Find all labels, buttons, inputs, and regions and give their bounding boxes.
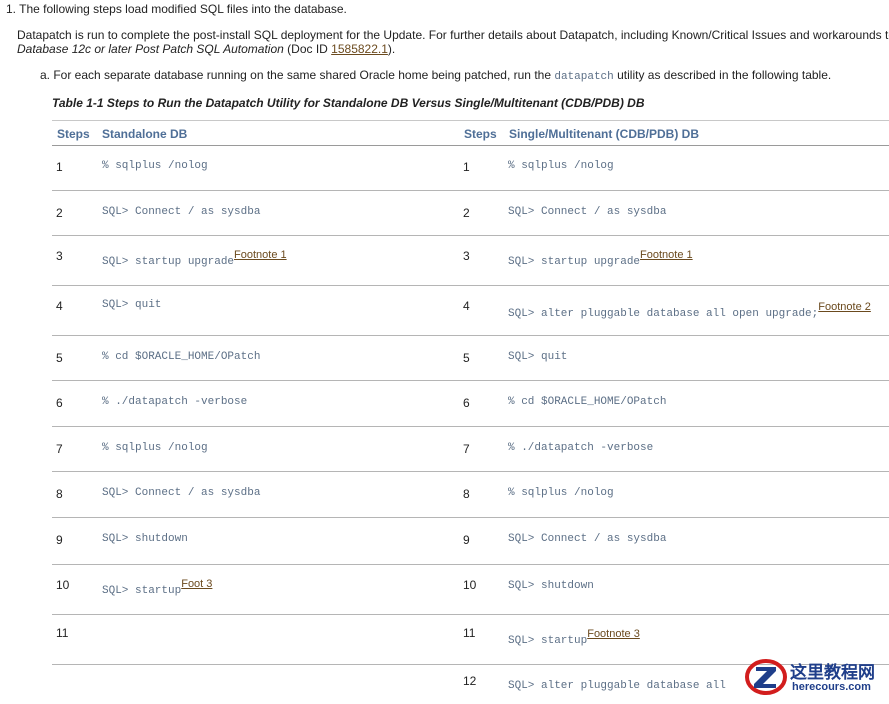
- z-logo-icon: [745, 659, 787, 695]
- datapatch-code: datapatch: [554, 71, 614, 83]
- doc-id-link[interactable]: 1585822.1: [331, 42, 388, 56]
- multitenant-command: SQL> shutdown: [508, 580, 594, 592]
- header-steps-multitenant: Steps: [464, 127, 497, 141]
- step-number-standalone: 3: [56, 249, 63, 263]
- step-number-standalone: 10: [56, 578, 70, 592]
- multitenant-command: SQL> Connect / as sysdba: [508, 206, 667, 218]
- substep-a-post: utility as described in the following ta…: [613, 68, 832, 82]
- step-number-standalone: 6: [56, 396, 63, 410]
- table-header-row: Steps Standalone DB Steps Single/Multite…: [52, 120, 889, 146]
- standalone-command: SQL> quit: [102, 299, 162, 311]
- multitenant-command: SQL> startupFootnote 3: [508, 628, 640, 647]
- standalone-command: % sqlplus /nolog: [102, 160, 208, 172]
- multitenant-command: SQL> alter pluggable database all: [508, 680, 726, 692]
- table-caption: Table 1-1 Steps to Run the Datapatch Uti…: [52, 96, 645, 110]
- table-row: 2 SQL> Connect / as sysdba 2 SQL> Connect /…: [52, 190, 889, 236]
- step-number-multitenant: 10: [463, 578, 477, 592]
- watermark-logo: 这里教程网 herecours.com: [742, 656, 882, 696]
- watermark-en: herecours.com: [792, 681, 871, 693]
- step-number-multitenant: 6: [463, 396, 470, 410]
- standalone-command: SQL> Connect / as sysdba: [102, 206, 261, 218]
- doc-id-label: (Doc ID: [283, 42, 332, 56]
- table-row: 4 SQL> quit 4 SQL> alter pluggable database…: [52, 285, 889, 336]
- table-row: 1 % sqlplus /nolog 1 % sqlplus /nolog: [52, 144, 889, 191]
- step-number-standalone: 7: [56, 442, 63, 456]
- step-number-multitenant: 12: [463, 674, 477, 688]
- table-row: 8 SQL> Connect / as sysdba 8 % sqlplus /nol…: [52, 471, 889, 518]
- step-number-multitenant: 7: [463, 442, 470, 456]
- step-number-multitenant: 9: [463, 533, 470, 547]
- table-row: 6 % ./datapatch -verbose 6 % cd $ORACLE_HOM…: [52, 380, 889, 427]
- table-row: 5 % cd $ORACLE_HOME/OPatch 5 SQL> quit: [52, 335, 889, 381]
- step-number-standalone: 8: [56, 487, 63, 501]
- footnote-link[interactable]: Footnote 2: [818, 301, 871, 313]
- step-number-multitenant: 3: [463, 249, 470, 263]
- multitenant-command: SQL> Connect / as sysdba: [508, 533, 667, 545]
- standalone-command: SQL> startupFoot 3: [102, 578, 213, 597]
- doc-ref-end: ).: [387, 42, 396, 56]
- step-intro: 1. The following steps load modified SQL…: [6, 2, 347, 16]
- substep-a: a. For each separate database running on…: [40, 68, 831, 83]
- table-row: 9 SQL> shutdown 9 SQL> Connect / as sysdba: [52, 517, 889, 565]
- step-number-standalone: 5: [56, 351, 63, 365]
- step-number-standalone: 11: [56, 626, 69, 640]
- step-number-multitenant: 4: [463, 299, 470, 313]
- multitenant-command: % sqlplus /nolog: [508, 160, 614, 172]
- multitenant-command: SQL> quit: [508, 351, 568, 363]
- footnote-link[interactable]: Footnote 1: [640, 249, 693, 261]
- multitenant-command: % ./datapatch -verbose: [508, 442, 654, 454]
- standalone-command: SQL> startup upgradeFootnote 1: [102, 249, 287, 268]
- step-number-multitenant: 2: [463, 206, 470, 220]
- datapatch-description: Datapatch is run to complete the post-in…: [17, 28, 889, 42]
- step-number-multitenant: 8: [463, 487, 470, 501]
- table-row: 7 % sqlplus /nolog 7 % ./datapatch -verbose: [52, 426, 889, 472]
- step-number-standalone: 1: [56, 160, 63, 174]
- table-row: 3 SQL> startup upgradeFootnote 1 3 SQL> sta…: [52, 235, 889, 286]
- footnote-link[interactable]: Footnote 3: [587, 628, 640, 640]
- substep-a-pre: a. For each separate database running on…: [40, 68, 555, 82]
- standalone-command: % ./datapatch -verbose: [102, 396, 248, 408]
- header-multitenant-db: Single/Multitenant (CDB/PDB) DB: [509, 127, 699, 141]
- step-number-multitenant: 1: [463, 160, 470, 174]
- standalone-command: % cd $ORACLE_HOME/OPatch: [102, 351, 261, 363]
- step-number-multitenant: 5: [463, 351, 470, 365]
- header-steps-standalone: Steps: [57, 127, 90, 141]
- multitenant-command: % sqlplus /nolog: [508, 487, 614, 499]
- doc-title: Database 12c or later Post Patch SQL Aut…: [17, 42, 284, 56]
- multitenant-command: % cd $ORACLE_HOME/OPatch: [508, 396, 667, 408]
- step-number-standalone: 2: [56, 206, 63, 220]
- table-row: 10 SQL> startupFoot 3 10 SQL> shutdown: [52, 564, 889, 615]
- footnote-link[interactable]: Foot 3: [181, 578, 212, 590]
- step-number-multitenant: 11: [463, 626, 476, 640]
- doc-reference: Database 12c or later Post Patch SQL Aut…: [17, 42, 395, 56]
- watermark-cn: 这里教程网: [790, 663, 875, 683]
- standalone-command: SQL> shutdown: [102, 533, 188, 545]
- header-standalone-db: Standalone DB: [102, 127, 188, 141]
- multitenant-command: SQL> startup upgradeFootnote 1: [508, 249, 693, 268]
- multitenant-command: SQL> alter pluggable database all open u…: [508, 301, 871, 320]
- footnote-link[interactable]: Footnote 1: [234, 249, 287, 261]
- standalone-command: % sqlplus /nolog: [102, 442, 208, 454]
- standalone-command: SQL> Connect / as sysdba: [102, 487, 261, 499]
- step-number-standalone: 4: [56, 299, 63, 313]
- step-number-standalone: 9: [56, 533, 63, 547]
